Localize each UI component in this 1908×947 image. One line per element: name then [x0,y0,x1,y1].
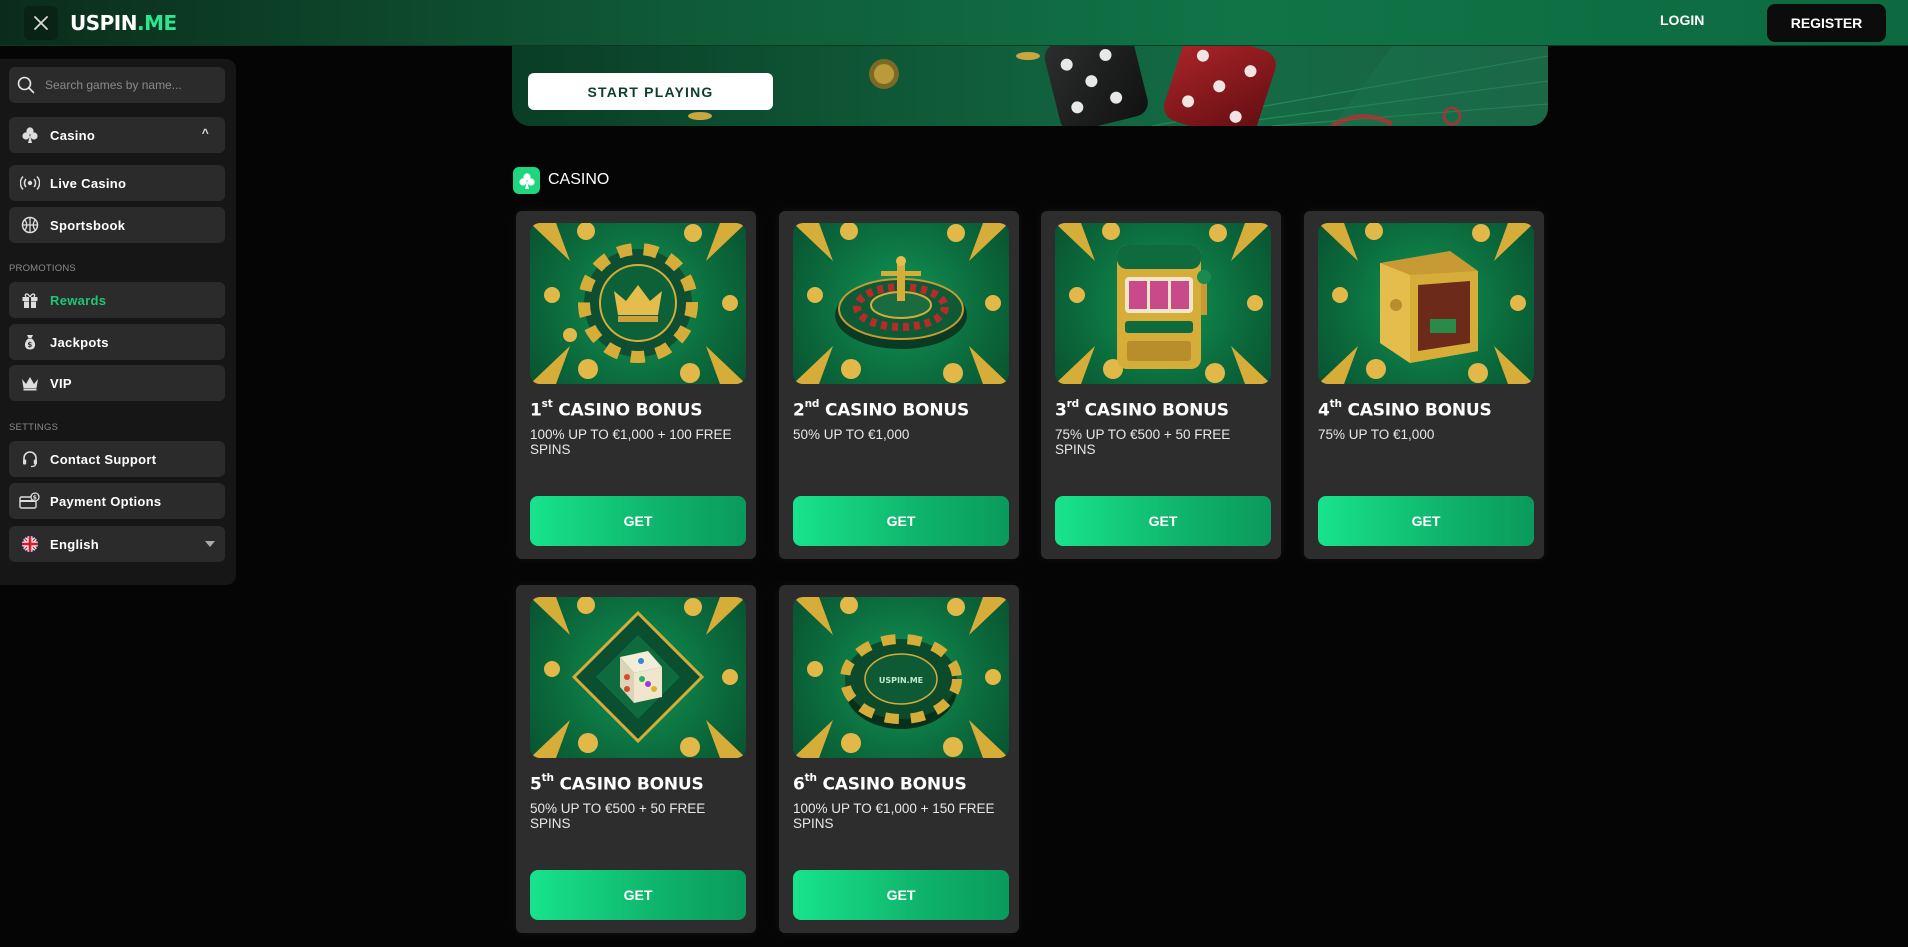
logo-text: USPIN [70,11,137,35]
chip-logo-text: USPIN.ME [879,676,923,685]
bonus-art-roulette [793,223,1009,384]
sidebar-item-label: Rewards [50,292,107,308]
bonus-title: 6th CASINO BONUS [793,772,967,795]
sidebar-item-label: Casino [50,127,96,143]
section-title: CASINO [548,171,610,188]
bonus-art-safe [1318,223,1534,384]
bonus-title: 3rd CASINO BONUS [1055,398,1229,421]
top-bar: USPIN.ME LOGIN REGISTER [0,0,1908,46]
get-bonus-button[interactable]: GET [1318,496,1534,546]
bonus-description: 100% UP TO €1,000 + 150 FREE SPINS [793,801,995,831]
get-bonus-button[interactable]: GET [793,870,1009,920]
sidebar: Casino ^ Live Casino Sportsbook PROMOTIO… [0,59,236,585]
sidebar-item-vip[interactable]: VIP [9,365,225,401]
sidebar-item-label: Payment Options [50,493,162,509]
bonus-card-1: 1st CASINO BONUS 100% UP TO €1,000 + 100… [516,211,756,559]
crown-icon [19,372,41,394]
svg-text:$: $ [27,341,32,349]
bonus-description: 100% UP TO €1,000 + 100 FREE SPINS [530,427,732,457]
bonus-card-5: 5th CASINO BONUS 50% UP TO €500 + 50 FRE… [516,585,756,933]
sidebar-item-casino[interactable]: Casino ^ [9,117,225,153]
broadcast-icon [19,172,41,194]
headset-icon [19,448,41,470]
sidebar-item-contact-support[interactable]: Contact Support [9,441,225,477]
site-logo[interactable]: USPIN.ME [70,11,177,35]
bonus-art-slot-machine [1055,223,1271,384]
club-icon [513,167,540,194]
bonus-art-uspin-chip: USPIN.ME [793,597,1009,758]
chevron-down-icon [205,541,215,547]
language-label: English [50,536,100,552]
club-icon [19,124,41,146]
bonus-title: 2nd CASINO BONUS [793,398,970,421]
bonus-art-crown-chip [530,223,746,384]
close-menu-button[interactable] [24,6,58,40]
login-button[interactable]: LOGIN [1660,12,1704,28]
promotions-heading: PROMOTIONS [9,263,76,274]
gift-icon [19,289,41,311]
bonus-description: 75% UP TO €1,000 [1318,427,1435,442]
payment-icon: $ [19,490,41,512]
get-bonus-button[interactable]: GET [1055,496,1271,546]
get-bonus-button[interactable]: GET [530,870,746,920]
sidebar-item-sportsbook[interactable]: Sportsbook [9,207,225,243]
close-icon [34,16,48,30]
sidebar-item-live-casino[interactable]: Live Casino [9,165,225,201]
logo-suffix: .ME [136,11,177,35]
start-playing-button[interactable]: START PLAYING [528,73,773,110]
sidebar-item-label: VIP [50,375,72,391]
search-input[interactable] [43,77,203,93]
language-selector[interactable]: English [9,526,225,562]
bonus-description: 50% UP TO €1,000 [793,427,910,442]
sidebar-item-label: Sportsbook [50,217,126,233]
bonus-card-4: 4th CASINO BONUS 75% UP TO €1,000 GET [1304,211,1544,559]
bonus-title: 1st CASINO BONUS [530,398,703,421]
get-bonus-button[interactable]: GET [793,496,1009,546]
search-icon [17,76,35,94]
bonus-title: 4th CASINO BONUS [1318,398,1492,421]
bonus-title: 5th CASINO BONUS [530,772,704,795]
svg-text:$: $ [33,494,37,501]
sidebar-item-jackpots[interactable]: $ Jackpots [9,324,225,360]
sidebar-item-label: Jackpots [50,334,109,350]
bonus-card-2: 2nd CASINO BONUS 50% UP TO €1,000 GET [779,211,1019,559]
money-bag-icon: $ [19,331,41,353]
sidebar-item-label: Live Casino [50,175,127,191]
get-bonus-button[interactable]: GET [530,496,746,546]
sidebar-item-payment-options[interactable]: $ Payment Options [9,483,225,519]
bonus-description: 75% UP TO €500 + 50 FREE SPINS [1055,427,1231,457]
search-box[interactable] [9,67,225,103]
bonus-card-3: 3rd CASINO BONUS 75% UP TO €500 + 50 FRE… [1041,211,1281,559]
bonus-description: 50% UP TO €500 + 50 FREE SPINS [530,801,706,831]
register-button[interactable]: REGISTER [1767,4,1886,42]
chevron-up-icon: ^ [201,126,209,140]
settings-heading: SETTINGS [9,422,59,433]
bonus-card-6: USPIN.ME 6th CASINO BONUS 100% UP TO €1,… [779,585,1019,933]
sidebar-item-label: Contact Support [50,451,157,467]
bonus-art-dice [530,597,746,758]
basketball-icon [19,214,41,236]
sidebar-item-rewards[interactable]: Rewards [9,282,225,318]
uk-flag-icon [19,533,41,555]
